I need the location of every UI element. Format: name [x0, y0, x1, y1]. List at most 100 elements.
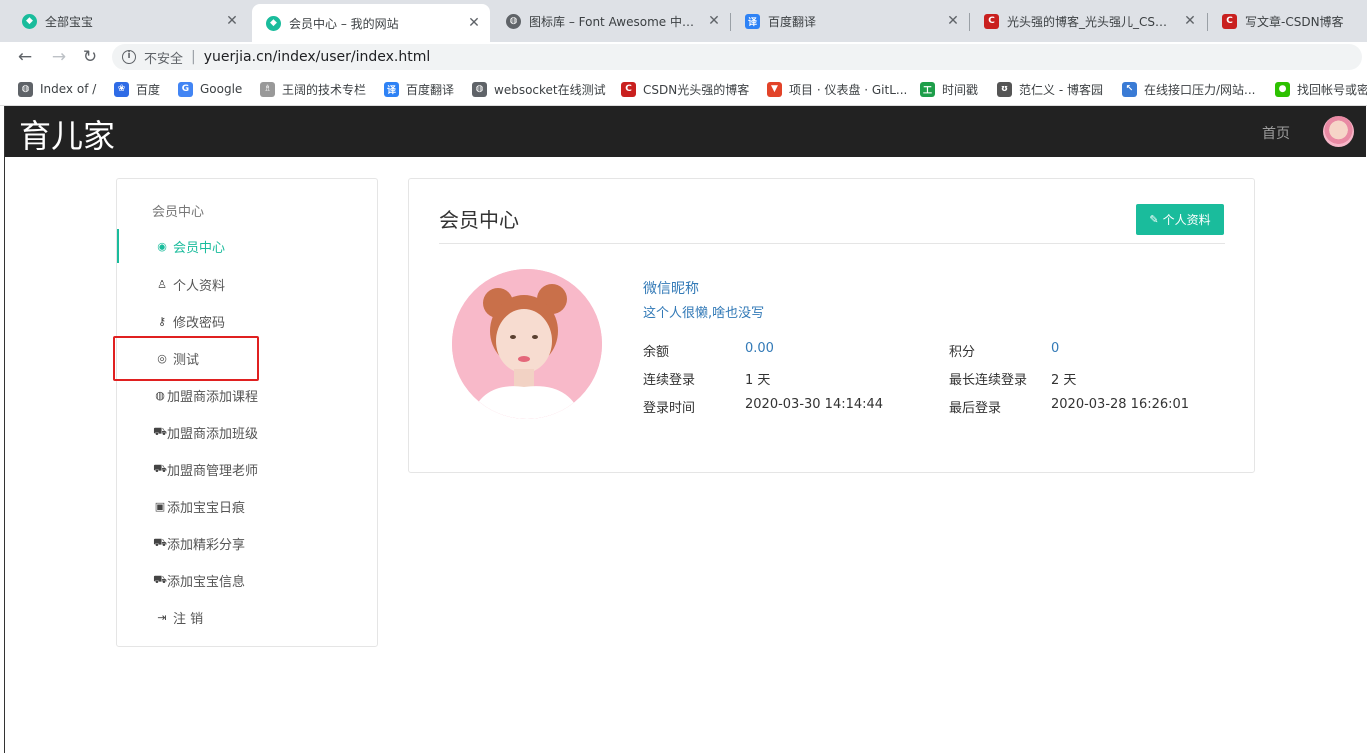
browser-tab[interactable]: ◆ 全部宝宝 ✕	[8, 6, 248, 36]
car-icon: ⛟	[153, 535, 167, 549]
bookmark-icon: C	[621, 81, 636, 97]
tab-close-icon[interactable]: ✕	[466, 15, 482, 31]
browser-tab[interactable]: ◍ 图标库 – Font Awesome 中文网 ✕	[492, 6, 730, 36]
sidebar-item-add-baby-info[interactable]: ⛟ 添加宝宝信息	[117, 563, 377, 597]
bookmark-item[interactable]: 译百度翻译	[384, 80, 460, 98]
sign-out-icon: ⇥	[157, 610, 167, 624]
tab-close-icon[interactable]: ✕	[706, 13, 722, 29]
car-icon: ⛟	[153, 572, 167, 586]
sidebar-item-add-class[interactable]: ⛟ 加盟商添加班级	[117, 415, 377, 449]
browser-tab[interactable]: C 光头强的博客_光头强儿_CSDN博客 ✕	[970, 6, 1206, 36]
tab-favicon-icon: C	[1222, 13, 1237, 29]
stat-value-login-time: 2020-03-30 14:14:44	[745, 397, 884, 412]
bookmark-item[interactable]: ▼ 项目 · 仪表盘 · GitL...	[767, 80, 907, 98]
motto-link[interactable]: 这个人很懒,啥也没写	[643, 302, 764, 321]
train-icon: ▣	[154, 499, 166, 513]
user-circle-icon: ◉	[157, 239, 167, 253]
nickname-link[interactable]: 微信昵称	[643, 278, 699, 298]
sidebar-item-label: 添加宝宝信息	[167, 574, 246, 590]
bookmark-label: 找回帐号或密	[1297, 82, 1367, 97]
bookmark-item[interactable]: 工时间戳	[920, 80, 986, 98]
tab-close-icon[interactable]: ✕	[1182, 13, 1198, 29]
browser-tab-active[interactable]: ◆ 会员中心 – 我的网站 ✕	[252, 4, 490, 42]
tab-title: 图标库 – Font Awesome 中文网	[529, 14, 700, 29]
browser-tab-strip: ◆ 全部宝宝 ✕ ◆ 会员中心 – 我的网站 ✕ ◍ 图标库 – Font Aw…	[0, 0, 1367, 42]
reload-icon[interactable]: ↻	[79, 46, 101, 68]
bookmark-label: 范仁义 - 博客园	[1019, 82, 1103, 97]
stat-label-longest-login: 最长连续登录	[949, 373, 1028, 388]
user-avatar[interactable]	[1323, 116, 1354, 147]
member-panel: 会员中心 ✎ 个人资料 微信昵称 这个人很懒,啥也没写 余额 0.00 积分 0…	[408, 178, 1255, 473]
sidebar-item-add-baby-diary[interactable]: ▣ 添加宝宝日痕	[117, 489, 377, 523]
key-icon: ⚷	[157, 314, 167, 328]
nav-home-link[interactable]: 首页	[1262, 123, 1290, 143]
back-arrow-icon[interactable]: ←	[14, 46, 36, 68]
bookmark-icon: 工	[920, 81, 935, 97]
tab-favicon-icon: ◆	[266, 15, 281, 31]
stat-label-last-login: 最后登录	[949, 401, 1002, 416]
user-icon: ♙	[157, 277, 167, 291]
bookmark-item[interactable]: ❀ 百度	[114, 80, 166, 98]
forward-arrow-icon[interactable]: →	[48, 46, 70, 68]
car-icon: ⛟	[153, 424, 167, 438]
browser-tab[interactable]: 译 百度翻译 ✕	[731, 6, 969, 36]
bookmark-item[interactable]: ʊ 范仁义 - 博客园	[997, 80, 1109, 98]
sidebar-item-change-password[interactable]: ⚷ 修改密码	[117, 304, 377, 338]
bookmark-item[interactable]: ● 找回帐号或密	[1275, 80, 1367, 98]
bookmark-item[interactable]: C CSDN光头强的博客	[621, 80, 755, 98]
bookmark-label: CSDN光头强的博客	[643, 82, 750, 97]
sidebar-title: 会员中心	[152, 205, 205, 220]
browser-tab[interactable]: C 写文章-CSDN博客	[1208, 6, 1367, 36]
stat-label-points: 积分	[949, 345, 976, 360]
bookmark-label: 时间戳	[942, 82, 979, 97]
sidebar-item-label: 添加宝宝日痕	[167, 500, 246, 516]
tab-close-icon[interactable]: ✕	[945, 13, 961, 29]
pencil-icon: ✎	[1149, 213, 1159, 226]
profile-button[interactable]: ✎ 个人资料	[1136, 204, 1224, 235]
sidebar-item-profile[interactable]: ♙ 个人资料	[117, 267, 377, 301]
site-navbar: 育儿家 首页	[5, 106, 1366, 157]
bookmark-label: 在线接口压力/网站...	[1144, 82, 1256, 97]
info-icon[interactable]: i	[122, 50, 136, 64]
sidebar-item-manage-teachers[interactable]: ⛟ 加盟商管理老师	[117, 452, 377, 486]
stat-label-login-time: 登录时间	[643, 401, 696, 416]
address-input[interactable]: i 不安全 | yuerjia.cn/index/user/index.html	[112, 44, 1362, 70]
stat-label-consecutive-login: 连续登录	[643, 373, 696, 388]
bookmark-label: 王阔的技术专栏	[282, 82, 367, 97]
sidebar-item-label: 注 销	[173, 611, 204, 627]
sidebar-item-label: 加盟商添加班级	[167, 426, 259, 442]
stat-value-balance[interactable]: 0.00	[745, 341, 774, 356]
stat-value-last-login: 2020-03-28 16:26:01	[1051, 397, 1190, 412]
tab-close-icon[interactable]: ✕	[224, 13, 240, 29]
bookmark-label: websocket在线测试	[494, 82, 606, 97]
bookmark-item[interactable]: G Google	[178, 80, 248, 98]
tab-favicon-icon: ◍	[506, 13, 521, 29]
site-brand[interactable]: 育儿家	[19, 111, 115, 157]
sidebar-item-logout[interactable]: ⇥ 注 销	[117, 600, 377, 634]
sidebar-item-member-center[interactable]: ◉ 会员中心	[117, 229, 377, 263]
bookmark-item[interactable]: ◍ Index of /	[18, 80, 102, 98]
bookmark-label: Google	[200, 82, 243, 96]
tab-title: 全部宝宝	[45, 14, 94, 29]
bookmark-icon: ◍	[18, 81, 33, 97]
sidebar-item-label: 个人资料	[173, 278, 226, 294]
bookmark-item[interactable]: ◍ websocket在线测试	[472, 80, 610, 98]
tab-favicon-icon: C	[984, 13, 999, 29]
bookmark-item[interactable]: ♗ 王阔的技术专栏	[260, 80, 372, 98]
bookmark-icon: 译	[384, 81, 399, 97]
member-sidebar: 会员中心 ◉ 会员中心 ♙ 个人资料 ⚷ 修改密码 ◎ 测试 ◍ 加盟商添加课程 ⛟ 加盟商…	[113, 178, 378, 647]
bookmark-icon: ❀	[114, 81, 129, 97]
bookmark-item[interactable]: ↖ 在线接口压力/网站...	[1122, 80, 1262, 98]
stat-value-longest-login: 2 天	[1051, 373, 1077, 388]
tab-favicon-icon: ◆	[22, 13, 37, 29]
bookmark-label: 百度	[136, 82, 161, 97]
sidebar-item-add-share[interactable]: ⛟ 添加精彩分享	[117, 526, 377, 560]
bookmark-label: 项目 · 仪表盘 · GitL...	[789, 82, 907, 97]
security-label: 不安全	[144, 51, 184, 67]
stat-value-points[interactable]: 0	[1051, 341, 1059, 356]
sidebar-item-label: 添加精彩分享	[167, 537, 246, 553]
tab-title: 百度翻译	[768, 14, 817, 29]
address-bar-row: ← → ↻ i 不安全 | yuerjia.cn/index/user/inde…	[0, 42, 1367, 72]
page-title: 会员中心	[439, 208, 519, 232]
sidebar-item-add-course[interactable]: ◍ 加盟商添加课程	[117, 378, 377, 412]
